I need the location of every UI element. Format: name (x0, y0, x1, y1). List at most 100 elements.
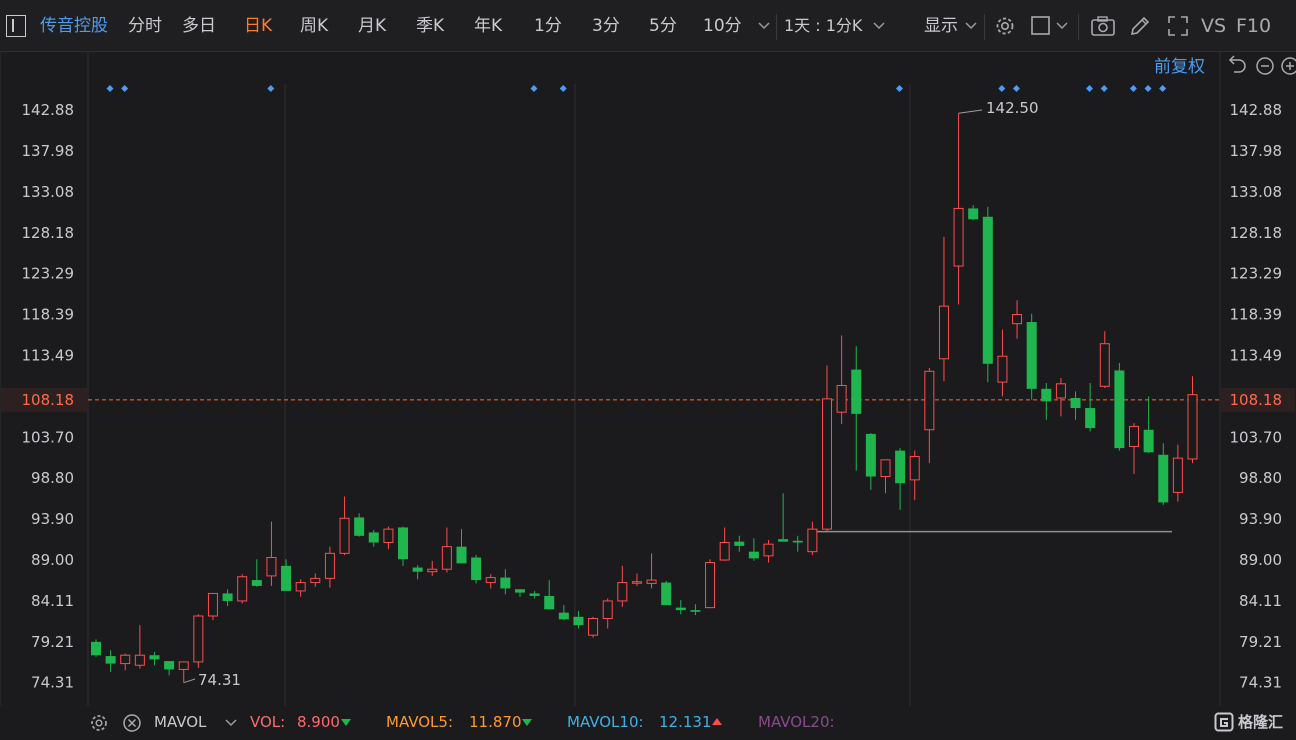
y-tick-left: 142.88 (22, 101, 75, 119)
candle-body (1041, 388, 1052, 402)
tab-intraday[interactable]: 分时 (128, 14, 162, 38)
y-tick-left: 133.08 (22, 183, 75, 201)
candle-body (456, 546, 467, 564)
fullscreen-icon[interactable] (1166, 14, 1190, 38)
candle (164, 661, 175, 676)
pencil-icon[interactable] (1128, 14, 1152, 38)
indicator-close-icon[interactable] (121, 712, 143, 734)
candle-body (631, 581, 642, 584)
candle-body (178, 661, 189, 670)
interval-select[interactable]: 1天 : 1分K (784, 14, 862, 38)
y-tick-left: 137.98 (22, 142, 75, 160)
candle (120, 653, 131, 671)
candle (193, 614, 204, 668)
tab-yearly-k[interactable]: 年K (474, 14, 502, 38)
candle-body (368, 532, 379, 543)
candle-body (1099, 343, 1110, 387)
stock-name[interactable]: 传音控股 (40, 14, 108, 38)
candle-body (617, 582, 628, 602)
candle-body (149, 655, 160, 660)
event-diamond-icon (106, 85, 114, 92)
candle (178, 661, 189, 683)
candle-body (427, 568, 438, 573)
candle-body (661, 582, 672, 606)
y-tick-left: 89.00 (31, 551, 74, 569)
y-tick-right: 123.29 (1230, 265, 1283, 283)
candle (1187, 376, 1198, 464)
camera-icon[interactable] (1090, 14, 1116, 38)
period-more-chevron-icon[interactable] (758, 22, 770, 46)
y-tick-left: 74.31 (31, 674, 74, 692)
candle-body (997, 355, 1008, 383)
candle (412, 565, 423, 580)
tab-monthly-k[interactable]: 月K (358, 14, 386, 38)
candle-body (354, 517, 365, 536)
candle (997, 329, 1008, 397)
sidebar-toggle-icon[interactable] (6, 15, 26, 37)
candle (631, 573, 642, 586)
y-tick-left: 128.18 (22, 224, 75, 242)
tab-5min[interactable]: 5分 (649, 14, 677, 38)
candle (617, 565, 628, 607)
display-chevron-down-icon[interactable] (965, 22, 977, 46)
candle-body (807, 528, 818, 553)
undo-icon[interactable] (1228, 55, 1246, 73)
f10-button[interactable]: F10 (1236, 14, 1271, 38)
candle (1012, 300, 1023, 339)
candle (924, 367, 935, 464)
y-tick-right: 79.21 (1239, 633, 1282, 651)
vs-compare-button[interactable]: VS (1201, 14, 1226, 38)
candle-body (822, 398, 832, 530)
interval-chevron-down-icon[interactable] (873, 22, 885, 46)
event-diamond-icon (895, 85, 903, 92)
mavol20-label: MAVOL20: (758, 713, 835, 731)
y-tick-right: 74.31 (1239, 674, 1282, 692)
candle (646, 553, 657, 589)
candle-body (222, 593, 233, 601)
zoom-out-icon[interactable] (1256, 57, 1274, 75)
low-pointer (183, 678, 196, 684)
indicator-settings-gear-icon[interactable] (88, 712, 110, 734)
candle-body (778, 539, 789, 542)
candle (938, 236, 949, 382)
candle (851, 346, 862, 471)
y-tick-right: 137.98 (1230, 142, 1283, 160)
gear-icon[interactable] (993, 14, 1017, 38)
y-tick-right: 118.39 (1230, 306, 1283, 324)
tab-1min[interactable]: 1分 (534, 14, 562, 38)
indicator-name[interactable]: MAVOL (154, 712, 206, 732)
tab-quarterly-k[interactable]: 季K (416, 14, 444, 38)
candles (91, 113, 1198, 683)
indicator-chevron-down-icon[interactable] (225, 719, 237, 727)
candle (427, 560, 438, 576)
tab-10min[interactable]: 10分 (703, 14, 742, 38)
candle-body (339, 517, 350, 554)
tab-daily-k[interactable]: 日K (244, 14, 272, 38)
display-menu[interactable]: 显示 (924, 14, 958, 38)
candle-body (1012, 313, 1023, 325)
candle-body (1026, 322, 1037, 389)
zoom-in-icon[interactable] (1281, 57, 1296, 75)
candle (661, 580, 672, 606)
y-tick-right: 128.18 (1230, 224, 1283, 242)
candle-body (266, 557, 277, 577)
vol-value: 8.900 (297, 713, 340, 731)
candle-body (412, 567, 423, 572)
tab-weekly-k[interactable]: 周K (300, 14, 328, 38)
brand-name: 格隆汇 (1238, 713, 1284, 731)
mavol10-value: 12.131 (659, 713, 712, 731)
candle (588, 616, 599, 638)
layout-chevron-down-icon[interactable] (1056, 22, 1068, 46)
y-tick-right: 93.90 (1239, 510, 1282, 528)
candle-body (1070, 398, 1081, 409)
tab-multi-day[interactable]: 多日 (182, 14, 216, 38)
event-diamond-icon (1159, 85, 1167, 92)
layout-square-icon[interactable] (1030, 14, 1052, 38)
y-tick-right: 108.18 (1230, 391, 1283, 409)
candle-body (588, 617, 599, 636)
candle-body (1055, 383, 1066, 399)
candle (807, 521, 818, 556)
tab-3min[interactable]: 3分 (592, 14, 620, 38)
y-tick-left: 113.49 (22, 347, 75, 365)
adjust-mode-button[interactable]: 前复权 (1154, 57, 1205, 77)
